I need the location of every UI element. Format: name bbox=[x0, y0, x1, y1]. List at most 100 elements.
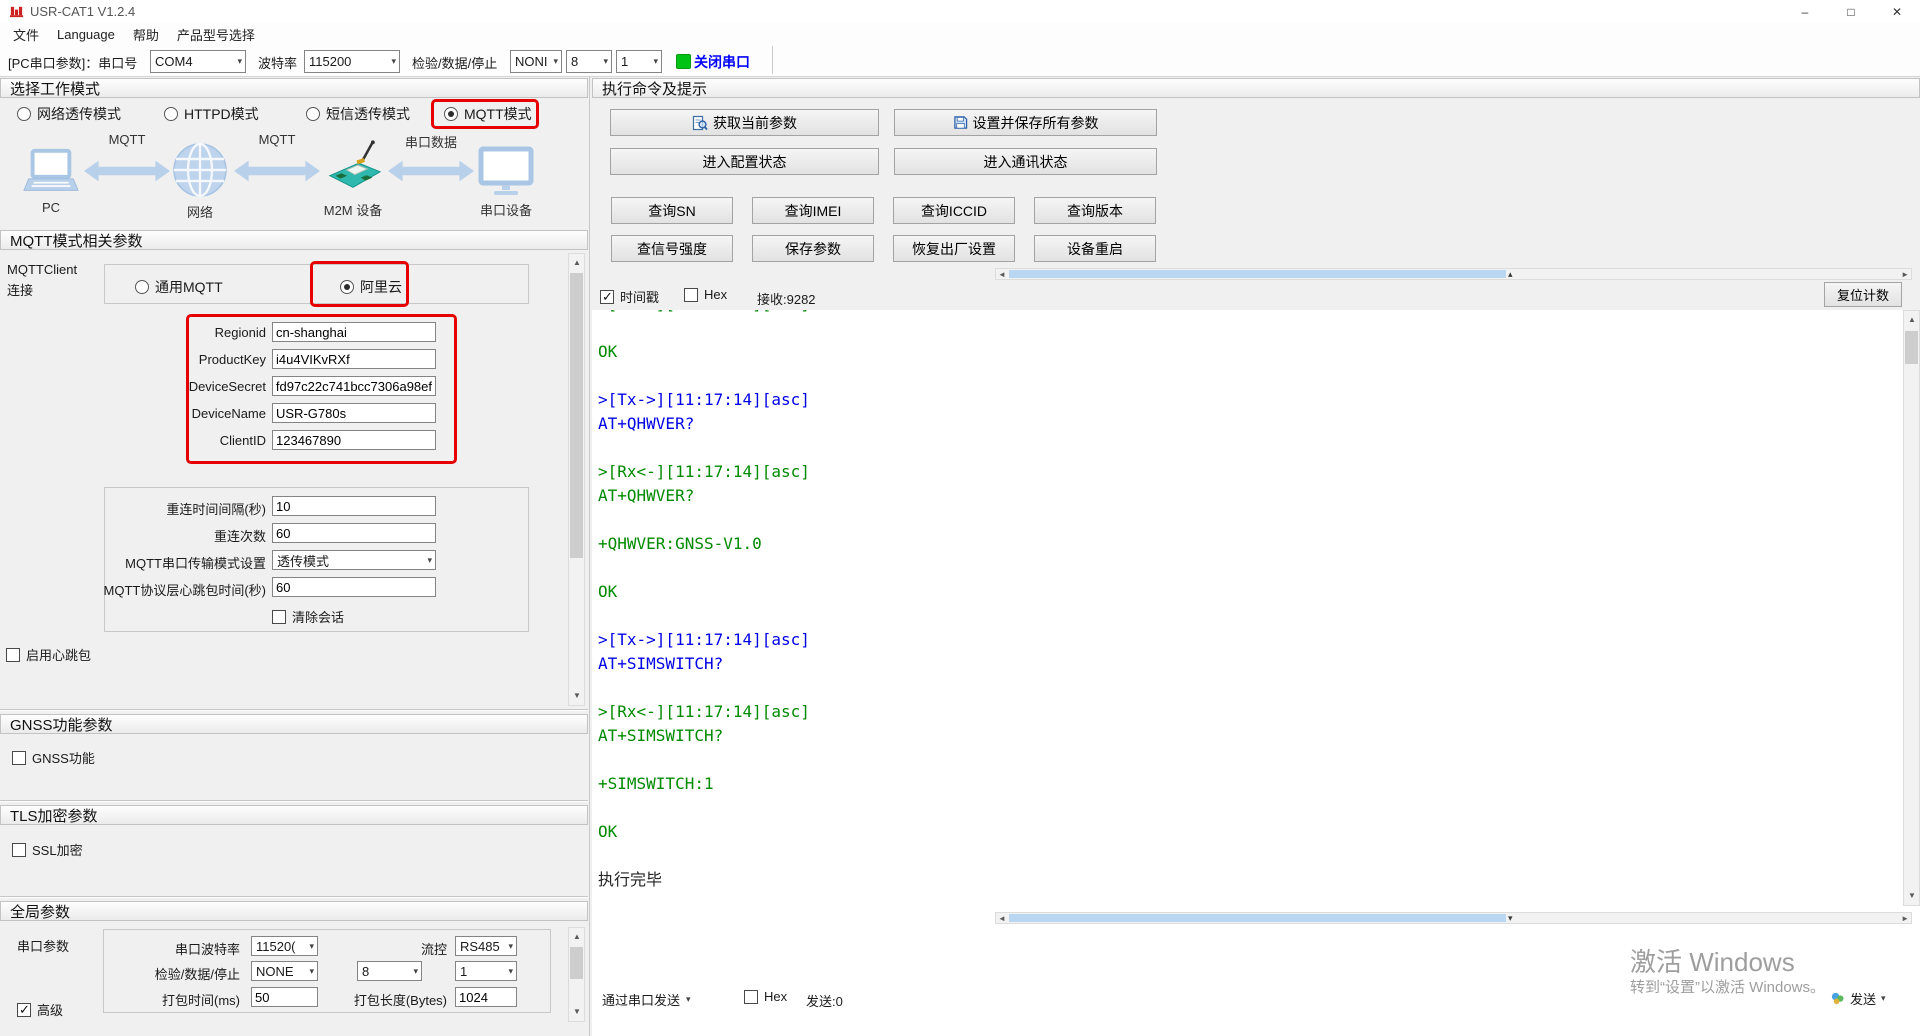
scroll-left-icon[interactable] bbox=[998, 915, 1006, 923]
window-title: USR-CAT1 V1.2.4 bbox=[30, 4, 135, 19]
recv-hex-checkbox[interactable]: Hex bbox=[684, 287, 727, 302]
serial-parity-select[interactable]: NONE bbox=[251, 961, 318, 981]
serial-stopbits-select[interactable]: 1 bbox=[455, 961, 517, 981]
set-save-params-button[interactable]: 设置并保存所有参数 bbox=[894, 109, 1157, 136]
radio-icon bbox=[17, 107, 31, 121]
scrollbar-thumb[interactable] bbox=[570, 273, 583, 558]
reconnect-interval-input[interactable] bbox=[272, 496, 436, 516]
query-iccid-button[interactable]: 查询ICCID bbox=[893, 197, 1015, 224]
chevron-down-icon bbox=[237, 57, 242, 66]
transfer-mode-select[interactable]: 透传模式 bbox=[272, 550, 436, 570]
reset-count-button[interactable]: 复位计数 bbox=[1824, 282, 1902, 307]
scroll-up-icon[interactable] bbox=[573, 259, 581, 267]
com-port-select[interactable]: COM4 bbox=[150, 50, 246, 73]
device-restart-button[interactable]: 设备重启 bbox=[1034, 235, 1156, 262]
terminal-output[interactable]: >[Rx<-][11:17:14][asc]OK>[Tx->][11:17:14… bbox=[592, 310, 1898, 906]
terminal-line: AT+QHWVER? bbox=[598, 412, 1898, 436]
mqtt-section-scrollbar[interactable] bbox=[568, 253, 585, 706]
query-version-button[interactable]: 查询版本 bbox=[1034, 197, 1156, 224]
devicesecret-input[interactable] bbox=[272, 376, 436, 396]
scroll-marker-icon bbox=[1508, 914, 1513, 923]
enter-config-button[interactable]: 进入配置状态 bbox=[610, 148, 879, 175]
clear-session-checkbox[interactable]: 清除会话 bbox=[272, 607, 344, 626]
receive-hscrollbar-bottom[interactable] bbox=[995, 912, 1912, 924]
baud-label: 波特率 bbox=[258, 53, 297, 72]
clientid-label: ClientID bbox=[188, 433, 266, 448]
devicename-input[interactable] bbox=[272, 403, 436, 423]
advanced-checkbox[interactable]: 高级 bbox=[17, 1000, 63, 1019]
save-params-button[interactable]: 保存参数 bbox=[752, 235, 874, 262]
menu-item[interactable]: 产品型号选择 bbox=[168, 25, 264, 44]
pc-serial-label: [PC串口参数]：串口号 bbox=[8, 53, 137, 72]
clear-session-label: 清除会话 bbox=[292, 607, 344, 626]
query-imei-button[interactable]: 查询IMEI bbox=[752, 197, 874, 224]
clientid-input[interactable] bbox=[272, 430, 436, 450]
menu-item[interactable]: Language bbox=[48, 27, 124, 42]
scroll-down-icon[interactable] bbox=[1908, 892, 1916, 900]
scrollbar-thumb[interactable] bbox=[1009, 914, 1506, 922]
serial-databits-select[interactable]: 8 bbox=[357, 961, 422, 981]
serial-baud-select[interactable]: 11520( bbox=[251, 936, 318, 956]
global-section-scrollbar[interactable] bbox=[568, 927, 585, 1022]
query-sn-button[interactable]: 查询SN bbox=[611, 197, 733, 224]
command-panel-header: 执行命令及提示 bbox=[592, 78, 1920, 98]
parity-select[interactable]: NONI bbox=[510, 50, 562, 73]
get-params-icon bbox=[692, 115, 708, 131]
gnss-checkbox[interactable]: GNSS功能 bbox=[12, 748, 95, 767]
menu-item[interactable]: 帮助 bbox=[124, 25, 168, 44]
pack-len-input[interactable] bbox=[455, 987, 517, 1007]
scrollbar-thumb[interactable] bbox=[570, 947, 583, 979]
scroll-down-icon[interactable] bbox=[573, 692, 581, 700]
ssl-checkbox[interactable]: SSL加密 bbox=[12, 840, 83, 859]
keepalive-input[interactable] bbox=[272, 577, 436, 597]
baud-select[interactable]: 115200 bbox=[304, 50, 400, 73]
generic-mqtt-option[interactable]: 通用MQTT bbox=[135, 277, 223, 297]
send-via-serial-dropdown[interactable]: 通过串口发送 bbox=[602, 990, 691, 1009]
scroll-up-icon[interactable] bbox=[1908, 316, 1916, 324]
scrollbar-thumb[interactable] bbox=[1905, 331, 1918, 364]
mode-option-mqtt[interactable]: MQTT模式 bbox=[444, 104, 532, 124]
scrollbar-thumb[interactable] bbox=[1009, 270, 1506, 278]
query-signal-button[interactable]: 查信号强度 bbox=[611, 235, 733, 262]
terminal-line: >[Rx<-][11:17:14][asc] bbox=[598, 460, 1898, 484]
mode-option-network[interactable]: 网络透传模式 bbox=[17, 104, 121, 124]
databits-select[interactable]: 8 bbox=[566, 50, 612, 73]
enter-comm-button[interactable]: 进入通讯状态 bbox=[894, 148, 1157, 175]
mode-option-httpd[interactable]: HTTPD模式 bbox=[164, 104, 259, 124]
factory-reset-button[interactable]: 恢复出厂设置 bbox=[893, 235, 1015, 262]
timestamp-checkbox[interactable]: 时间戳 bbox=[600, 287, 659, 306]
regionid-input[interactable] bbox=[272, 322, 436, 342]
close-button[interactable]: ✕ bbox=[1874, 0, 1920, 23]
terminal-vscrollbar[interactable] bbox=[1903, 310, 1920, 906]
productkey-input[interactable] bbox=[272, 349, 436, 369]
send-hex-label: Hex bbox=[764, 989, 787, 1004]
receive-hscrollbar-top[interactable] bbox=[995, 268, 1912, 280]
flow-select[interactable]: RS485 bbox=[455, 936, 517, 956]
maximize-button[interactable]: □ bbox=[1828, 0, 1874, 23]
pack-time-label: 打包时间(ms) bbox=[110, 990, 240, 1009]
send-label: 发送 bbox=[1850, 989, 1876, 1008]
aliyun-option[interactable]: 阿里云 bbox=[340, 277, 402, 297]
send-button[interactable]: 发送 bbox=[1830, 989, 1886, 1008]
terminal-line bbox=[598, 844, 1898, 868]
scroll-left-icon[interactable] bbox=[998, 271, 1006, 279]
get-params-button[interactable]: 获取当前参数 bbox=[610, 109, 879, 136]
send-hex-checkbox[interactable]: Hex bbox=[744, 989, 787, 1004]
scroll-down-icon[interactable] bbox=[573, 1008, 581, 1016]
reconnect-times-input[interactable] bbox=[272, 523, 436, 543]
scroll-up-icon[interactable] bbox=[573, 933, 581, 941]
pack-time-input[interactable] bbox=[251, 987, 318, 1007]
scroll-right-icon[interactable] bbox=[1901, 915, 1909, 923]
enable-heartbeat-checkbox[interactable]: 启用心跳包 bbox=[6, 645, 91, 664]
aliyun-label: 阿里云 bbox=[360, 277, 402, 297]
minimize-button[interactable]: – bbox=[1782, 0, 1828, 23]
flow-value: RS485 bbox=[460, 939, 500, 954]
mode-option-sms[interactable]: 短信透传模式 bbox=[306, 104, 410, 124]
scroll-right-icon[interactable] bbox=[1901, 271, 1909, 279]
menu-item[interactable]: 文件 bbox=[4, 25, 48, 44]
close-port-button[interactable]: 关闭串口 bbox=[694, 52, 750, 72]
stopbits-select[interactable]: 1 bbox=[616, 50, 662, 73]
app-logo-icon bbox=[9, 4, 24, 19]
mode-option-label: HTTPD模式 bbox=[184, 104, 259, 124]
baud-value: 115200 bbox=[309, 54, 351, 69]
